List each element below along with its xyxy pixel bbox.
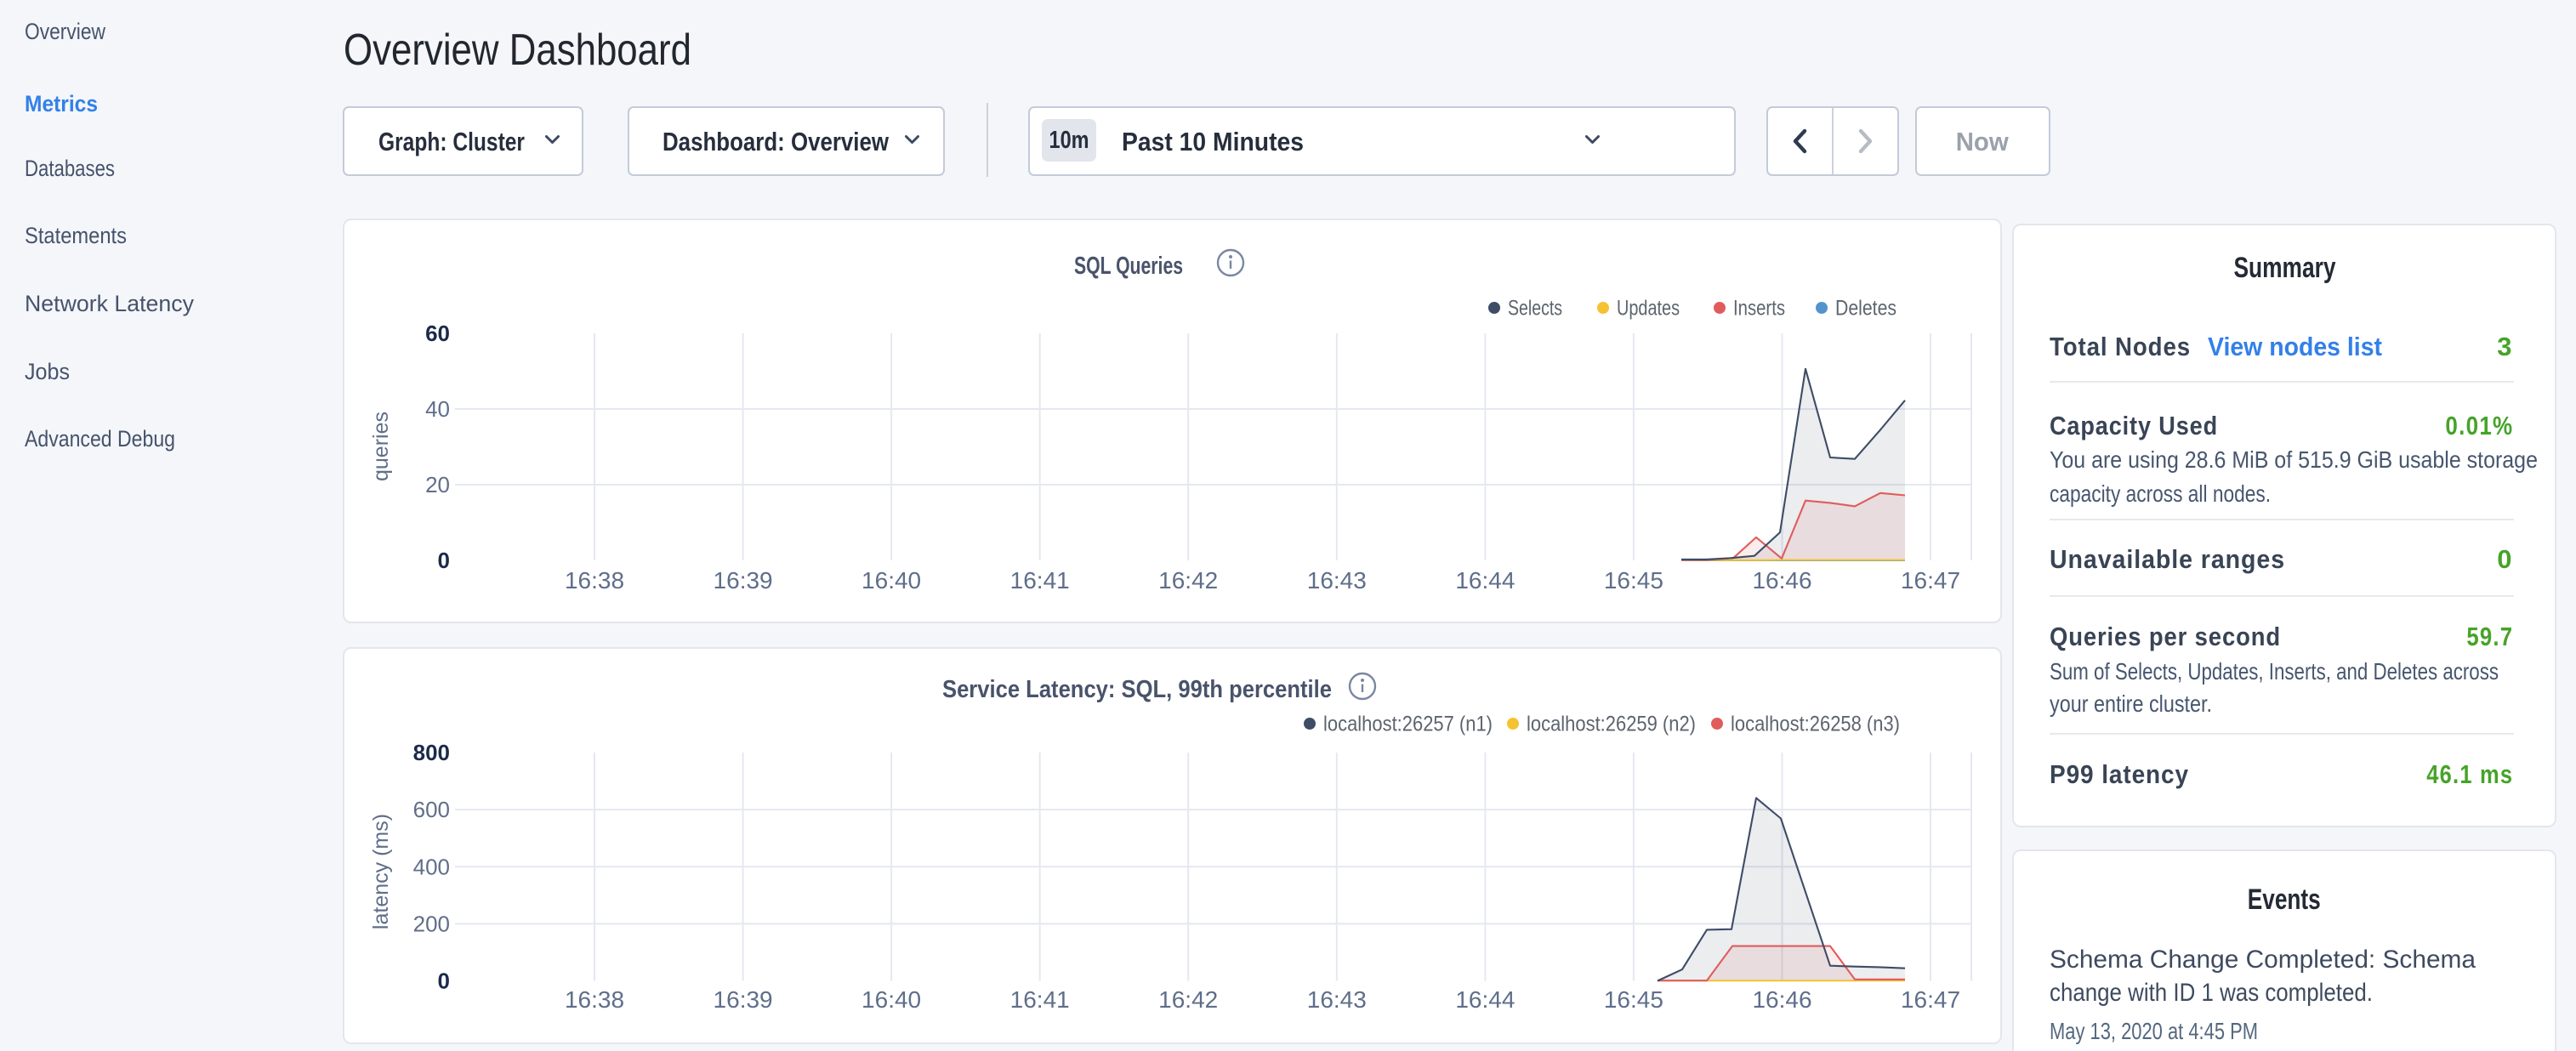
svg-text:600: 600 [413,797,450,822]
svg-text:16:43: 16:43 [1307,567,1367,594]
svg-text:200: 200 [413,911,450,936]
svg-text:16:40: 16:40 [862,986,921,1013]
svg-text:16:44: 16:44 [1455,986,1515,1013]
svg-text:latency (ms): latency (ms) [369,814,393,929]
svg-text:16:39: 16:39 [714,986,773,1013]
svg-text:16:41: 16:41 [1010,567,1070,594]
svg-text:20: 20 [425,472,450,497]
svg-text:SQL Queries: SQL Queries [1074,253,1183,280]
svg-text:16:42: 16:42 [1158,986,1218,1013]
svg-text:0: 0 [438,969,450,994]
svg-text:16:39: 16:39 [714,567,773,594]
svg-text:16:47: 16:47 [1901,986,1960,1013]
svg-text:Deletes: Deletes [1835,296,1896,320]
svg-text:Service Latency: SQL, 99th per: Service Latency: SQL, 99th percentile [942,674,1332,702]
svg-text:16:43: 16:43 [1307,986,1367,1013]
svg-text:16:45: 16:45 [1604,986,1663,1013]
svg-text:16:38: 16:38 [565,567,624,594]
svg-text:Updates: Updates [1617,296,1680,320]
svg-text:localhost:26257 (n1): localhost:26257 (n1) [1323,712,1493,736]
svg-text:60: 60 [425,321,450,346]
svg-text:16:38: 16:38 [565,986,624,1013]
svg-text:Inserts: Inserts [1733,295,1785,320]
svg-text:800: 800 [413,740,450,765]
svg-text:queries: queries [369,412,393,481]
svg-text:16:42: 16:42 [1158,567,1218,594]
svg-text:localhost:26258 (n3): localhost:26258 (n3) [1731,712,1900,736]
svg-text:400: 400 [413,854,450,879]
svg-text:16:40: 16:40 [862,567,921,594]
svg-text:Selects: Selects [1508,296,1562,320]
svg-text:localhost:26259 (n2): localhost:26259 (n2) [1527,712,1696,736]
svg-text:16:41: 16:41 [1010,986,1070,1013]
svg-text:0: 0 [438,548,450,573]
svg-text:16:45: 16:45 [1604,567,1663,594]
svg-text:40: 40 [425,396,450,422]
svg-text:16:46: 16:46 [1752,986,1811,1013]
svg-text:16:44: 16:44 [1455,567,1515,594]
